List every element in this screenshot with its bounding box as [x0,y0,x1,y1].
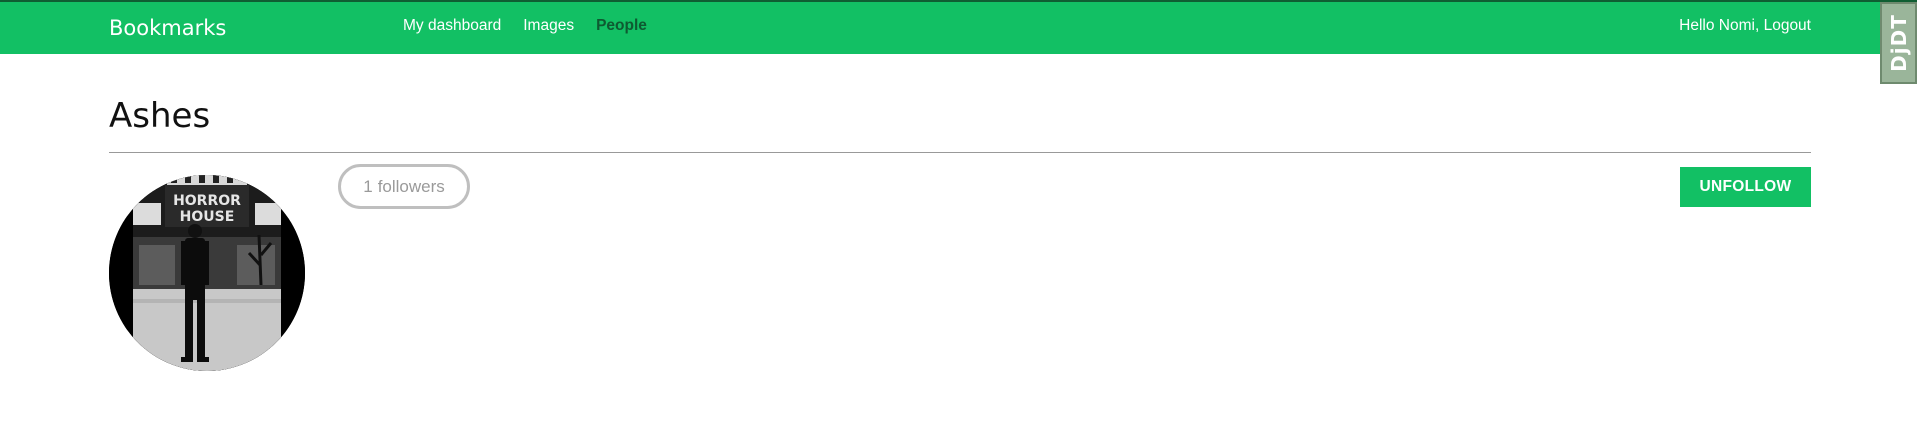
avatar-sign-line1: HORROR [173,193,241,209]
followers-label: followers [377,176,445,196]
profile-name: Ashes [109,96,211,136]
user-area: Hello Nomi, Logout [1679,17,1811,35]
title-divider [109,152,1811,153]
debug-toolbar-label: DjDT [1886,14,1911,72]
main-menu: My dashboard Images People [403,17,647,35]
top-navbar: Bookmarks My dashboard Images People Hel… [0,2,1917,54]
avatar-photo: HORROR HOUSE [109,175,305,371]
avatar-sign-line2: HOUSE [180,209,235,225]
followers-count-pill: 1 followers [338,164,470,209]
followers-count: 1 [363,176,373,196]
logout-link[interactable]: Logout [1764,17,1811,34]
site-logo[interactable]: Bookmarks [109,16,226,40]
debug-toolbar-handle[interactable]: DjDT [1880,2,1917,84]
user-greeting: Hello Nomi, [1679,17,1760,34]
menu-item-dashboard[interactable]: My dashboard [403,17,501,35]
unfollow-button[interactable]: UNFOLLOW [1680,167,1811,207]
avatar: HORROR HOUSE [109,175,305,371]
menu-item-people[interactable]: People [596,17,647,35]
menu-item-images[interactable]: Images [523,17,574,35]
